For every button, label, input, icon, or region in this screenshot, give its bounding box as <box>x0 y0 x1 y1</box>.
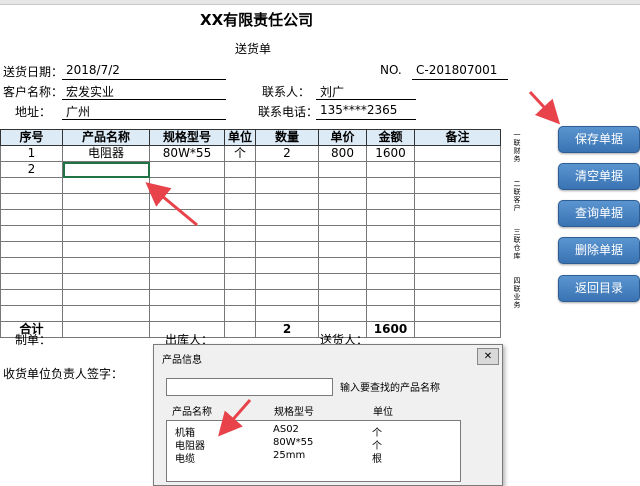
arrow-to-selected-cell <box>145 182 198 227</box>
annotation-arrows <box>145 90 561 437</box>
arrow-to-save-button <box>528 90 561 125</box>
arrow-to-product-list <box>218 399 252 437</box>
